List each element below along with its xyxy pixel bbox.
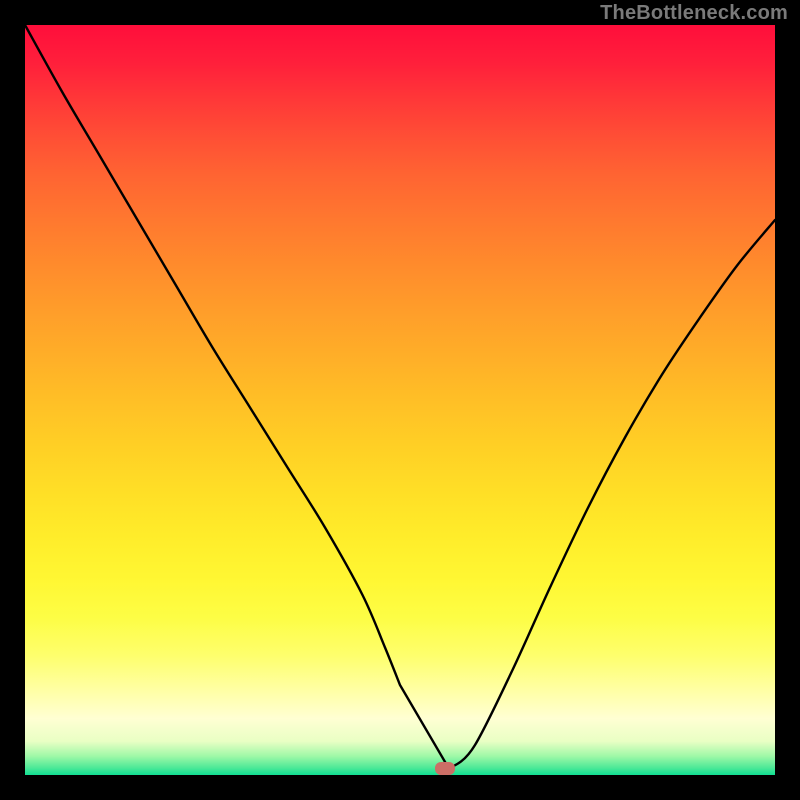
curve-svg <box>25 25 775 775</box>
optimal-point-marker <box>435 762 455 775</box>
plot-area <box>25 25 775 775</box>
bottleneck-curve <box>25 25 775 768</box>
watermark-text: TheBottleneck.com <box>600 2 788 25</box>
chart-frame: TheBottleneck.com <box>0 0 800 800</box>
